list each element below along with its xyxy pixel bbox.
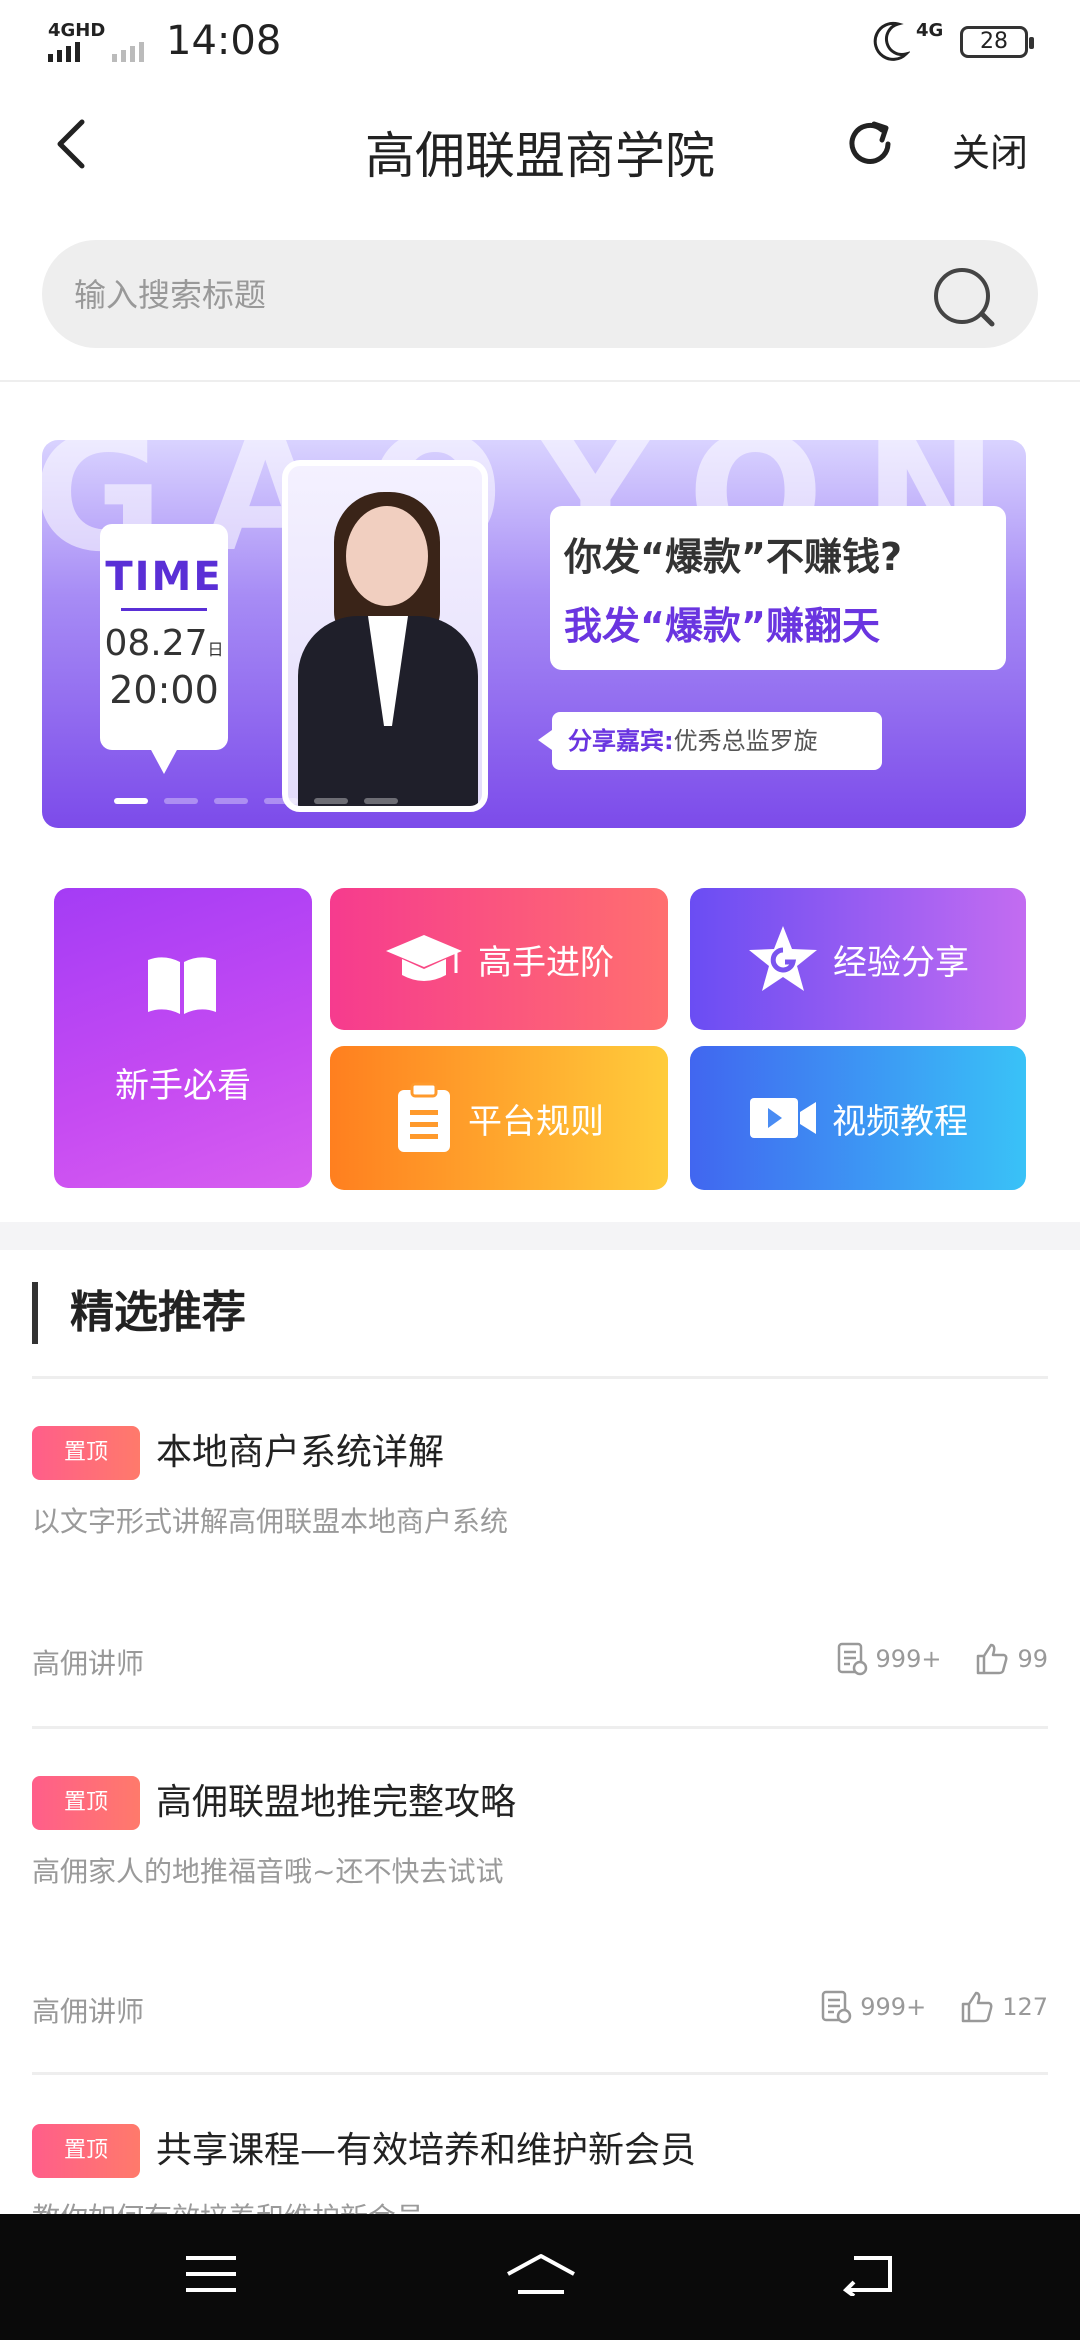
video-camera-icon [750,1098,816,1138]
star-badge-icon [749,926,817,991]
event-clock: 20:00 [109,668,219,712]
banner-headline-1: 你发“爆款”不赚钱? [564,535,902,579]
back-icon[interactable] [840,2252,896,2296]
document-views-icon [837,1642,867,1676]
article-stats: 999+ 99 [812,1642,1048,1676]
clipboard-icon [398,1082,450,1152]
battery-level: 28 [980,29,1008,54]
graduation-cap-icon [386,935,462,981]
views-count: 999+ [875,1645,942,1673]
carousel-dot[interactable] [364,798,398,804]
article-author: 高佣讲师 [32,1647,145,1680]
thumbs-up-icon[interactable] [975,1642,1009,1676]
divider [0,380,1080,382]
likes-count: 127 [1002,1993,1048,2021]
likes-stat[interactable]: 127 [960,1990,1048,2024]
article-description: 教你如何有效培养和维护新会员 [32,2196,424,2214]
pinned-tag: 置顶 [32,2124,140,2178]
advanced-button[interactable]: 高手进阶 [330,888,668,1030]
divider [32,1376,1048,1379]
time-label: TIME [105,554,223,600]
status-time: 14:08 [166,18,282,64]
article-author: 高佣讲师 [32,1995,145,2028]
video-tutorial-button[interactable]: 视频教程 [690,1046,1026,1190]
menu-icon[interactable] [184,2252,238,2296]
platform-rules-button[interactable]: 平台规则 [330,1046,668,1190]
carousel-dot[interactable] [214,798,248,804]
event-date-value: 08.27 [104,623,208,664]
views-count: 999+ [860,1993,927,2021]
speaker-photo [282,460,488,812]
carousel-indicator [114,798,398,804]
speaker-face [346,506,428,606]
promo-banner[interactable]: GAOYONG TIME 08.27日 20:00 你发“爆款”不赚钱? 我发“… [42,440,1026,828]
banner-headline-2: 我发“爆款”赚翻天 [564,604,880,648]
network-type: 4GHD [48,20,106,41]
moon-icon [873,21,910,61]
article-title[interactable]: 高佣联盟地推完整攻略 [156,1776,516,1830]
book-icon [148,957,216,1014]
document-views-icon [822,1990,852,2024]
carousel-dot[interactable] [314,798,348,804]
article-item[interactable]: 置顶 本地商户系统详解 以文字形式讲解高佣联盟本地商户系统 高佣讲师 999+ … [0,1426,1080,1716]
section-title: 精选推荐 [70,1287,246,1338]
search-input[interactable]: 输入搜索标题 [42,240,1038,348]
carousel-dot[interactable] [264,798,298,804]
home-icon[interactable] [506,2252,576,2300]
experience-share-button[interactable]: 经验分享 [690,888,1026,1030]
divider [32,1726,1048,1729]
section-gap [0,1222,1080,1250]
experience-share-label: 经验分享 [833,942,969,983]
battery-icon: 28 [960,26,1034,58]
article-item[interactable]: 置顶 高佣联盟地推完整攻略 高佣家人的地推福音哦~还不快去试试 高佣讲师 999… [0,1776,1080,2066]
nav-bar: 高佣联盟商学院 关闭 [0,84,1080,212]
search-icon[interactable] [930,266,1000,332]
status-bar: 4GHD 14:08 4G 28 [0,0,1080,84]
guest-name: 优秀总监罗旋 [673,727,818,755]
banner-headline-card: 你发“爆款”不赚钱? 我发“爆款”赚翻天 [550,506,1006,670]
views-stat: 999+ [836,1642,942,1676]
article-description: 高佣家人的地推福音哦~还不快去试试 [32,1855,504,1888]
divider [32,2072,1048,2075]
pinned-tag: 置顶 [32,1426,140,1480]
novice-guide-button[interactable]: 新手必看 [54,888,312,1188]
article-stats: 999+ 127 [796,1990,1048,2024]
guest-pill: 分享嘉宾:优秀总监罗旋 [538,712,882,770]
close-button[interactable]: 关闭 [952,122,1028,177]
system-navigation-bar [0,2214,1080,2340]
thumbs-up-icon[interactable] [960,1990,994,2024]
likes-count: 99 [1017,1645,1048,1673]
views-stat: 999+ [820,1990,926,2024]
article-item[interactable]: 置顶 共享课程—有效培养和维护新会员 教你如何有效培养和维护新会员 [0,2124,1080,2214]
article-description: 以文字形式讲解高佣联盟本地商户系统 [32,1505,509,1538]
guest-label: 分享嘉宾: [568,727,674,755]
advanced-label: 高手进阶 [478,942,614,983]
search-placeholder: 输入搜索标题 [74,276,267,314]
carousel-dot[interactable] [114,798,148,804]
article-title[interactable]: 共享课程—有效培养和维护新会员 [156,2124,696,2178]
likes-stat[interactable]: 99 [975,1642,1048,1676]
event-date: 08.27日 [100,623,228,664]
platform-rules-label: 平台规则 [468,1101,604,1142]
time-divider [121,608,207,611]
signal-secondary-icon [112,42,144,62]
date-suffix: 日 [207,640,224,659]
event-time-card: TIME 08.27日 20:00 [100,524,228,774]
video-tutorial-label: 视频教程 [832,1101,968,1142]
signal-icon [48,42,80,62]
section-accent-bar [32,1282,38,1344]
page-title: 高佣联盟商学院 [365,127,715,185]
network-type-2: 4G [916,20,944,41]
article-title[interactable]: 本地商户系统详解 [156,1426,444,1480]
refresh-icon[interactable] [840,114,900,174]
pinned-tag: 置顶 [32,1776,140,1830]
novice-guide-label: 新手必看 [115,1066,251,1106]
carousel-dot[interactable] [164,798,198,804]
